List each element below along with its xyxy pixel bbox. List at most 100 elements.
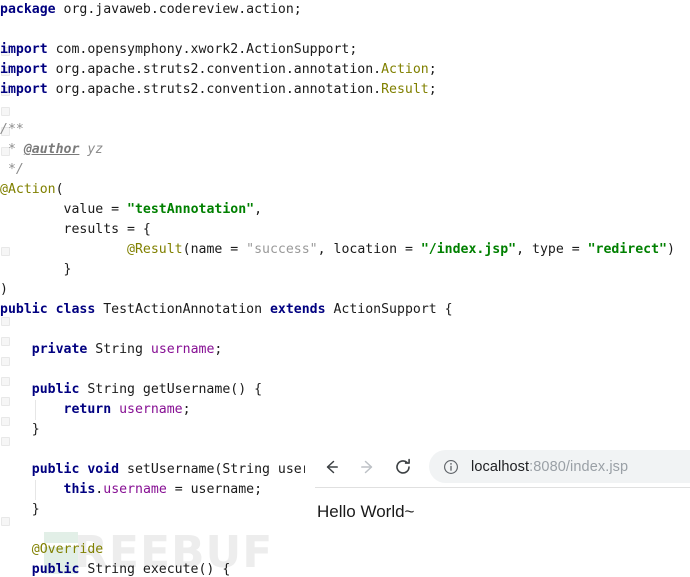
code-token: TestActionAnnotation xyxy=(103,302,270,317)
code-token: */ xyxy=(0,162,24,177)
code-token: String execute() { xyxy=(87,562,231,577)
screenshot-root: REEBUF package org.javaweb.codereview.ac… xyxy=(0,0,690,577)
code-line[interactable]: package org.javaweb.codereview.action; xyxy=(0,0,690,20)
code-token: ; xyxy=(214,342,223,357)
code-line[interactable]: /** xyxy=(0,120,690,140)
url-path: :8080/index.jsp xyxy=(529,458,629,475)
address-bar[interactable]: localhost:8080/index.jsp xyxy=(429,450,690,483)
code-token: ) xyxy=(667,242,675,257)
code-token: ) xyxy=(0,282,8,297)
code-token: Result xyxy=(381,82,429,97)
code-token: } xyxy=(0,422,40,437)
code-token: username xyxy=(119,402,183,417)
code-line[interactable]: results = { xyxy=(0,220,690,240)
code-line[interactable]: * @author yz xyxy=(0,140,690,160)
code-token: = username; xyxy=(166,482,263,497)
code-token: } xyxy=(0,262,72,277)
code-line[interactable]: import com.opensymphony.xwork2.ActionSup… xyxy=(0,40,690,60)
code-token: value = xyxy=(0,202,128,217)
code-token: "redirect" xyxy=(587,242,667,257)
code-token: username xyxy=(150,342,215,357)
code-token: org.javaweb.codereview.action; xyxy=(63,2,302,17)
code-token: /** xyxy=(0,122,24,137)
code-token: * xyxy=(0,142,24,157)
code-line[interactable] xyxy=(0,360,690,380)
code-token: @Override xyxy=(31,542,104,557)
browser-viewport: Hello World~ xyxy=(305,488,690,577)
page-body-text: Hello World~ xyxy=(317,502,415,521)
code-token: Action xyxy=(381,62,429,77)
code-token: } xyxy=(0,502,40,517)
code-line[interactable] xyxy=(0,100,690,120)
code-token: public xyxy=(31,562,88,577)
code-token: @author xyxy=(23,142,80,157)
code-line[interactable]: ) xyxy=(0,280,690,300)
code-token: yz xyxy=(79,142,104,157)
reload-button[interactable] xyxy=(392,456,414,478)
code-token: org.apache.struts2.convention.annotation… xyxy=(55,62,382,77)
code-line[interactable] xyxy=(0,20,690,40)
browser-window: localhost:8080/index.jsp Hello World~ xyxy=(305,446,690,577)
code-token: ; xyxy=(182,402,191,417)
code-line[interactable]: public String getUsername() { xyxy=(0,380,690,400)
back-button[interactable] xyxy=(321,456,343,478)
code-line[interactable]: import org.apache.struts2.convention.ann… xyxy=(0,60,690,80)
code-token: @Action xyxy=(0,182,56,197)
code-token: (name = xyxy=(182,242,247,257)
code-token: "testAnnotation" xyxy=(127,202,255,217)
code-token: import xyxy=(0,42,56,57)
code-line[interactable]: } xyxy=(0,260,690,280)
code-token: "success" xyxy=(246,242,318,257)
code-token: , xyxy=(254,202,263,217)
code-token: , type = xyxy=(516,242,588,257)
code-token: results = { xyxy=(0,222,151,237)
code-token: ; xyxy=(428,62,437,77)
code-token: import xyxy=(0,62,56,77)
code-token: username xyxy=(103,482,167,497)
code-line[interactable]: import org.apache.struts2.convention.ann… xyxy=(0,80,690,100)
code-token: this xyxy=(63,482,96,497)
code-token: public void xyxy=(31,462,128,477)
code-token: private xyxy=(31,342,96,357)
code-token: , location = xyxy=(317,242,421,257)
reload-icon xyxy=(396,458,410,474)
code-line[interactable]: @Result(name = "success", location = "/i… xyxy=(0,240,690,260)
code-line[interactable]: @Action( xyxy=(0,180,690,200)
arrow-right-icon xyxy=(361,460,373,474)
code-token: "/index.jsp" xyxy=(420,242,517,257)
code-token: com.opensymphony.xwork2.ActionSupport; xyxy=(55,42,358,57)
code-token: import xyxy=(0,82,56,97)
code-token: org.apache.struts2.convention.annotation… xyxy=(55,82,382,97)
code-token: public xyxy=(31,382,88,397)
code-token: package xyxy=(0,2,64,17)
code-token: @Result xyxy=(127,242,183,257)
code-token: ; xyxy=(428,82,437,97)
code-line[interactable]: } xyxy=(0,420,690,440)
code-token: public class xyxy=(0,302,104,317)
code-token: String xyxy=(95,342,151,357)
info-circle-icon[interactable] xyxy=(443,459,459,475)
url-host: localhost xyxy=(471,458,530,475)
code-line[interactable]: public class TestActionAnnotation extend… xyxy=(0,300,690,320)
arrow-left-icon xyxy=(326,460,338,474)
code-token: ( xyxy=(55,182,64,197)
code-token: extends xyxy=(269,302,334,317)
address-bar-url: localhost:8080/index.jsp xyxy=(471,459,628,475)
code-line[interactable]: value = "testAnnotation", xyxy=(0,200,690,220)
code-token: return xyxy=(63,402,120,417)
code-line[interactable]: return username; xyxy=(0,400,690,420)
code-token: ActionSupport { xyxy=(333,302,453,317)
browser-toolbar: localhost:8080/index.jsp xyxy=(305,446,690,488)
code-line[interactable] xyxy=(0,320,690,340)
forward-button[interactable] xyxy=(356,456,378,478)
code-line[interactable]: private String username; xyxy=(0,340,690,360)
code-line[interactable]: */ xyxy=(0,160,690,180)
